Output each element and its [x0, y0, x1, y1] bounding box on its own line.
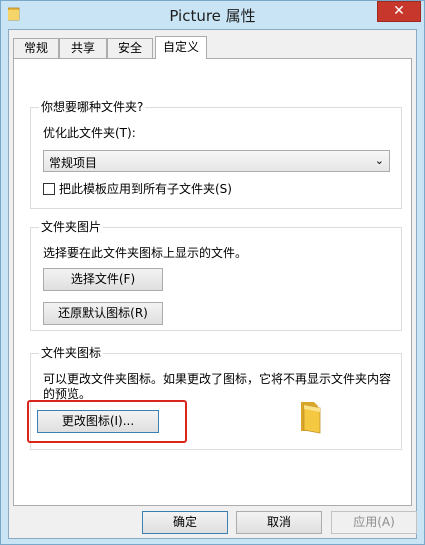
chevron-down-icon: ⌄ — [374, 154, 384, 167]
folder-icon-group-title: 文件夹图标 — [39, 346, 104, 360]
folder-picture-group: 文件夹图片 选择要在此文件夹图标上显示的文件。 选择文件(F) 还原默认图标(R… — [30, 220, 402, 331]
apply-button[interactable]: 应用(A) — [331, 511, 417, 534]
tab-security[interactable]: 安全 — [107, 38, 153, 58]
optimize-group: 你想要哪种文件夹? 优化此文件夹(T): 常规项目 ⌄ 把此模板应用到所有子文件… — [30, 100, 402, 209]
tab-sharing[interactable]: 共享 — [59, 38, 107, 58]
optimize-select-value: 常规项目 — [49, 156, 98, 170]
folder-icon-description-line2: 的预览。 — [43, 387, 92, 401]
properties-window: Picture 属性 ✕ 常规 共享 安全 自定义 你想要哪种文件夹? 优化此文… — [0, 0, 425, 545]
tab-customize[interactable]: 自定义 — [155, 36, 207, 59]
close-button[interactable]: ✕ — [377, 1, 421, 22]
restore-default-button[interactable]: 还原默认图标(R) — [43, 302, 163, 325]
optimize-select[interactable]: 常规项目 ⌄ — [43, 150, 390, 172]
ok-button[interactable]: 确定 — [142, 511, 228, 534]
dialog-client-area: 常规 共享 安全 自定义 你想要哪种文件夹? 优化此文件夹(T): 常规项目 ⌄… — [8, 29, 417, 539]
folder-picture-description: 选择要在此文件夹图标上显示的文件。 — [43, 246, 248, 260]
folder-picture-group-title: 文件夹图片 — [39, 220, 104, 234]
cancel-button[interactable]: 取消 — [236, 511, 322, 534]
apply-subfolders-label[interactable]: 把此模板应用到所有子文件夹(S) — [59, 182, 232, 196]
choose-file-button[interactable]: 选择文件(F) — [43, 268, 163, 291]
optimize-group-title: 你想要哪种文件夹? — [39, 100, 146, 114]
window-title: Picture 属性 — [169, 7, 256, 25]
optimize-label: 优化此文件夹(T): — [43, 126, 136, 140]
tab-strip: 常规 共享 安全 自定义 — [9, 36, 416, 59]
folder-icon-group: 文件夹图标 可以更改文件夹图标。如果更改了图标，它将不再显示文件夹内容 的预览。… — [27, 346, 402, 450]
tab-general[interactable]: 常规 — [13, 38, 59, 58]
title-bar[interactable]: Picture 属性 ✕ — [1, 1, 424, 28]
customize-panel: 你想要哪种文件夹? 优化此文件夹(T): 常规项目 ⌄ 把此模板应用到所有子文件… — [13, 58, 412, 506]
apply-subfolders-checkbox[interactable] — [43, 183, 55, 195]
change-icon-button[interactable]: 更改图标(I)... — [37, 410, 159, 433]
folder-icon-description-line1: 可以更改文件夹图标。如果更改了图标，它将不再显示文件夹内容 — [43, 372, 392, 386]
folder-preview-icon — [301, 402, 321, 434]
